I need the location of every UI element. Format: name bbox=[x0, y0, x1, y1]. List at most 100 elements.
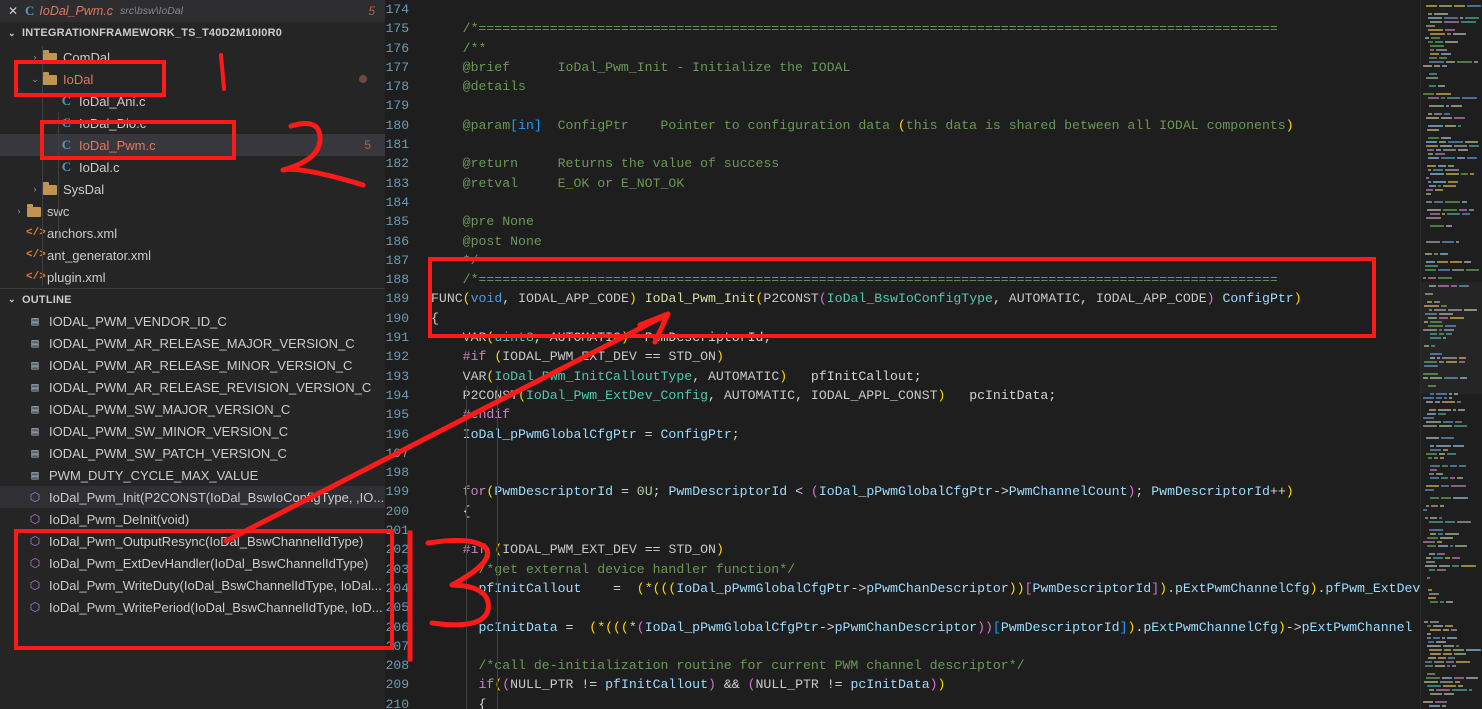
line-number: 203 bbox=[385, 561, 409, 577]
code-line-text[interactable]: FUNC(void, IODAL_APP_CODE) IoDal_Pwm_Ini… bbox=[431, 289, 1482, 308]
code-line-text[interactable]: if((NULL_PTR != pfInitCallout) && (NULL_… bbox=[431, 675, 1482, 694]
outline-item-iodal-pwm-writeduty[interactable]: ⬡ IoDal_Pwm_WriteDuty(IoDal_BswChannelIdT… bbox=[0, 574, 385, 596]
sidebar: ✕ C IoDal_Pwm.c src\bsw\IoDal 5 ⌄ INTEGR… bbox=[0, 0, 385, 709]
outline-item-iodal-pwm-ar-release-major-version-c[interactable]: ▤ IODAL_PWM_AR_RELEASE_MAJOR_VERSION_C bbox=[0, 332, 385, 354]
code-line[interactable]: 201 bbox=[385, 521, 1482, 540]
code-line-text[interactable]: */ bbox=[431, 251, 1482, 270]
code-content[interactable]: 174 175 /*===============================… bbox=[385, 0, 1482, 709]
chevron-right-icon[interactable]: › bbox=[28, 52, 42, 62]
chevron-right-icon[interactable]: › bbox=[12, 206, 26, 216]
explorer-item-iodal[interactable]: ⌄ IoDal bbox=[0, 68, 385, 90]
code-line[interactable]: 192 #if (IODAL_PWM_EXT_DEV == STD_ON) bbox=[385, 347, 1482, 366]
code-line[interactable]: 196 IoDal_pPwmGlobalCfgPtr = ConfigPtr; bbox=[385, 425, 1482, 444]
outline-item-iodal-pwm-ar-release-minor-version-c[interactable]: ▤ IODAL_PWM_AR_RELEASE_MINOR_VERSION_C bbox=[0, 354, 385, 376]
explorer-item-plugin-xml[interactable]: </> plugin.xml bbox=[0, 266, 385, 288]
code-line[interactable]: 177 @brief IoDal_Pwm_Init - Initialize t… bbox=[385, 58, 1482, 77]
outline-item-pwm-duty-cycle-max-value[interactable]: ▤ PWM_DUTY_CYCLE_MAX_VALUE bbox=[0, 464, 385, 486]
outline-item-iodal-pwm-extdevhandler[interactable]: ⬡ IoDal_Pwm_ExtDevHandler(IoDal_BswChanne… bbox=[0, 552, 385, 574]
code-line[interactable]: 184 bbox=[385, 193, 1482, 212]
outline-item-iodal-pwm-outputresync[interactable]: ⬡ IoDal_Pwm_OutputResync(IoDal_BswChannel… bbox=[0, 530, 385, 552]
chevron-down-icon[interactable]: ⌄ bbox=[28, 74, 42, 85]
outline-item-iodal-pwm-init[interactable]: ⬡ IoDal_Pwm_Init(P2CONST(IoDal_BswIoConfi… bbox=[0, 486, 385, 508]
code-line-text[interactable]: @details bbox=[431, 77, 1482, 96]
outline-item-iodal-pwm-sw-patch-version-c[interactable]: ▤ IODAL_PWM_SW_PATCH_VERSION_C bbox=[0, 442, 385, 464]
code-line[interactable]: 186 @post None bbox=[385, 232, 1482, 251]
minimap[interactable] bbox=[1420, 0, 1482, 709]
code-line-text[interactable]: #endif bbox=[431, 405, 1482, 424]
explorer-item-iodal-ani-c[interactable]: C IoDal_Ani.c bbox=[0, 90, 385, 112]
code-line-text[interactable]: /*======================================… bbox=[431, 270, 1482, 289]
code-line-text[interactable]: @post None bbox=[431, 232, 1482, 251]
outline-item-iodal-pwm-deinit[interactable]: ⬡ IoDal_Pwm_DeInit(void) bbox=[0, 508, 385, 530]
line-number: 177 bbox=[385, 59, 409, 75]
editor-tab-iodal-pwm-c[interactable]: ✕ C IoDal_Pwm.c src\bsw\IoDal 5 bbox=[0, 0, 385, 22]
code-line[interactable]: 199 for(PwmDescriptorId = 0U; PwmDescrip… bbox=[385, 482, 1482, 501]
code-line[interactable]: 204 pfInitCallout = (*(((IoDal_pPwmGloba… bbox=[385, 579, 1482, 598]
code-line-text[interactable]: @return Returns the value of success bbox=[431, 154, 1482, 173]
code-line[interactable]: 193 VAR(IoDal_Pwm_InitCalloutType, AUTOM… bbox=[385, 367, 1482, 386]
code-line-text[interactable]: pfInitCallout = (*(((IoDal_pPwmGlobalCfg… bbox=[431, 579, 1482, 598]
code-line-text[interactable]: /*get external device handler function*/ bbox=[431, 560, 1482, 579]
code-line[interactable]: 198 bbox=[385, 463, 1482, 482]
outline-item-iodal-pwm-sw-major-version-c[interactable]: ▤ IODAL_PWM_SW_MAJOR_VERSION_C bbox=[0, 398, 385, 420]
code-editor[interactable]: 174 175 /*===============================… bbox=[385, 0, 1482, 709]
code-line-text[interactable]: pcInitData = (*(((*(IoDal_pPwmGlobalCfgP… bbox=[431, 618, 1482, 637]
code-line[interactable]: 182 @return Returns the value of success bbox=[385, 154, 1482, 173]
code-line[interactable]: 174 bbox=[385, 0, 1482, 19]
code-line[interactable]: 200 { bbox=[385, 502, 1482, 521]
code-line[interactable]: 209 if((NULL_PTR != pfInitCallout) && (N… bbox=[385, 675, 1482, 694]
code-line-text[interactable]: for(PwmDescriptorId = 0U; PwmDescriptorI… bbox=[431, 482, 1482, 501]
code-line-text[interactable]: /** bbox=[431, 39, 1482, 58]
code-line[interactable]: 208 /*call de-initialization routine for… bbox=[385, 656, 1482, 675]
code-line[interactable]: 179 bbox=[385, 96, 1482, 115]
code-line-text[interactable]: #if (IODAL_PWM_EXT_DEV == STD_ON) bbox=[431, 347, 1482, 366]
outline-item-iodal-pwm-vendor-id-c[interactable]: ▤ IODAL_PWM_VENDOR_ID_C bbox=[0, 310, 385, 332]
code-line-text[interactable]: @brief IoDal_Pwm_Init - Initialize the I… bbox=[431, 58, 1482, 77]
outline-header[interactable]: ⌄ OUTLINE bbox=[0, 288, 385, 310]
code-line[interactable]: 181 bbox=[385, 135, 1482, 154]
code-line[interactable]: 183 @retval E_OK or E_NOT_OK bbox=[385, 174, 1482, 193]
code-line[interactable]: 190 { bbox=[385, 309, 1482, 328]
code-line[interactable]: 205 bbox=[385, 598, 1482, 617]
code-line[interactable]: 206 pcInitData = (*(((*(IoDal_pPwmGlobal… bbox=[385, 618, 1482, 637]
code-line-text[interactable]: { bbox=[431, 695, 1482, 709]
minimap-slider[interactable] bbox=[1421, 282, 1482, 394]
code-line-text[interactable]: P2CONST(IoDal_Pwm_ExtDev_Config, AUTOMAT… bbox=[431, 386, 1482, 405]
code-line[interactable]: 189 FUNC(void, IODAL_APP_CODE) IoDal_Pwm_… bbox=[385, 289, 1482, 308]
explorer-item-ant-generator-xml[interactable]: </> ant_generator.xml bbox=[0, 244, 385, 266]
code-line-text[interactable]: VAR(IoDal_Pwm_InitCalloutType, AUTOMATIC… bbox=[431, 367, 1482, 386]
code-line-text[interactable]: IoDal_pPwmGlobalCfgPtr = ConfigPtr; bbox=[431, 425, 1482, 444]
code-line[interactable]: 188 /*==================================… bbox=[385, 270, 1482, 289]
code-line-text[interactable]: /*call de-initialization routine for cur… bbox=[431, 656, 1482, 675]
code-line-text[interactable]: @param[in] ConfigPtr Pointer to configur… bbox=[431, 116, 1482, 135]
code-line[interactable]: 202 #if (IODAL_PWM_EXT_DEV == STD_ON) bbox=[385, 540, 1482, 559]
code-line-text[interactable]: { bbox=[431, 309, 1482, 328]
code-line[interactable]: 203 /*get external device handler functi… bbox=[385, 560, 1482, 579]
code-line-text[interactable]: @pre None bbox=[431, 212, 1482, 231]
code-line[interactable]: 210 { bbox=[385, 695, 1482, 709]
code-line[interactable]: 180 @param[in] ConfigPtr Pointer to conf… bbox=[385, 116, 1482, 135]
code-line[interactable]: 185 @pre None bbox=[385, 212, 1482, 231]
chevron-right-icon[interactable]: › bbox=[28, 184, 42, 194]
code-line-text[interactable]: { bbox=[431, 502, 1482, 521]
code-line[interactable]: 197 bbox=[385, 444, 1482, 463]
code-line-text[interactable]: #if (IODAL_PWM_EXT_DEV == STD_ON) bbox=[431, 540, 1482, 559]
code-line[interactable]: 176 /** bbox=[385, 39, 1482, 58]
code-line[interactable]: 191 VAR(uint8, AUTOMATIC) PwmDescriptorI… bbox=[385, 328, 1482, 347]
code-line[interactable]: 178 @details bbox=[385, 77, 1482, 96]
explorer-item-comdal[interactable]: › ComDal bbox=[0, 46, 385, 68]
explorer-root-header[interactable]: ⌄ INTEGRATIONFRAMEWORK_TS_T40D2M10I0R0 bbox=[0, 22, 385, 44]
close-icon[interactable]: ✕ bbox=[6, 5, 20, 17]
code-line[interactable]: 207 bbox=[385, 637, 1482, 656]
code-line[interactable]: 175 /*==================================… bbox=[385, 19, 1482, 38]
code-line[interactable]: 194 P2CONST(IoDal_Pwm_ExtDev_Config, AUT… bbox=[385, 386, 1482, 405]
outline-item-iodal-pwm-sw-minor-version-c[interactable]: ▤ IODAL_PWM_SW_MINOR_VERSION_C bbox=[0, 420, 385, 442]
code-line-text[interactable]: VAR(uint8, AUTOMATIC) PwmDescriptorId; bbox=[431, 328, 1482, 347]
outline-item-iodal-pwm-ar-release-revision-version-c[interactable]: ▤ IODAL_PWM_AR_RELEASE_REVISION_VERSION_C bbox=[0, 376, 385, 398]
code-line-text[interactable]: /*======================================… bbox=[431, 19, 1482, 38]
code-line[interactable]: 187 */ bbox=[385, 251, 1482, 270]
outline-item-iodal-pwm-writeperiod[interactable]: ⬡ IoDal_Pwm_WritePeriod(IoDal_BswChannelI… bbox=[0, 596, 385, 618]
code-line-text[interactable]: @retval E_OK or E_NOT_OK bbox=[431, 174, 1482, 193]
line-number: 188 bbox=[385, 272, 409, 288]
code-line[interactable]: 195 #endif bbox=[385, 405, 1482, 424]
